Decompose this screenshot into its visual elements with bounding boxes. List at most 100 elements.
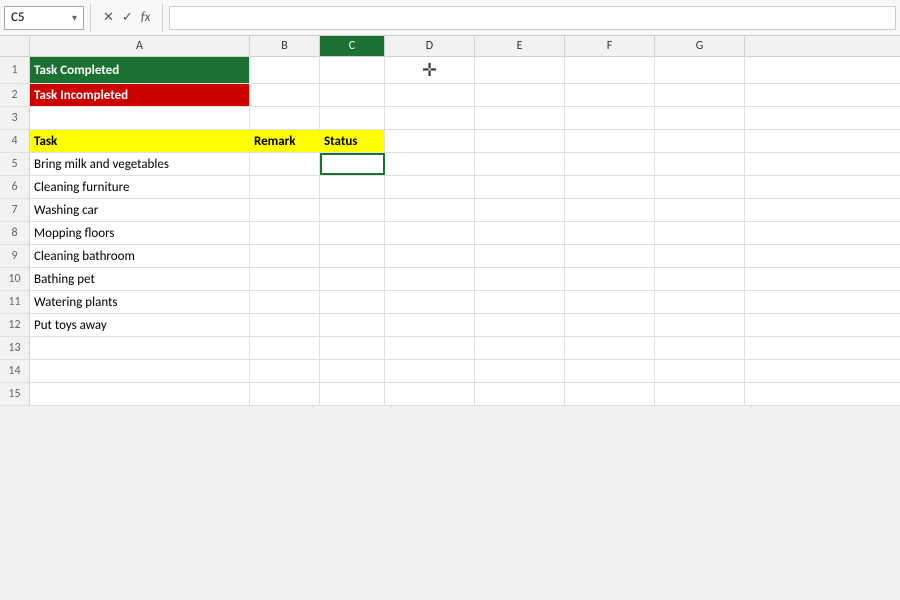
cell-r14-c6[interactable] <box>565 360 655 382</box>
cell-r15-c7[interactable] <box>655 383 745 405</box>
cell-r11-c1[interactable]: Watering plants <box>30 291 250 313</box>
cell-r2-c3[interactable] <box>320 84 385 106</box>
col-header-g[interactable]: G <box>655 36 745 56</box>
cell-r10-c7[interactable] <box>655 268 745 290</box>
cell-r3-c6[interactable] <box>565 107 655 129</box>
cell-r8-c1[interactable]: Mopping floors <box>30 222 250 244</box>
cell-r1-c4[interactable]: ✛ <box>385 57 475 83</box>
cell-r9-c1[interactable]: Cleaning bathroom <box>30 245 250 267</box>
cell-r9-c4[interactable] <box>385 245 475 267</box>
cell-r6-c2[interactable] <box>250 176 320 198</box>
col-header-e[interactable]: E <box>475 36 565 56</box>
cell-r15-c2[interactable] <box>250 383 320 405</box>
cell-r11-c3[interactable] <box>320 291 385 313</box>
cell-r15-c1[interactable] <box>30 383 250 405</box>
cell-r11-c6[interactable] <box>565 291 655 313</box>
cell-r10-c5[interactable] <box>475 268 565 290</box>
cell-r7-c2[interactable] <box>250 199 320 221</box>
cell-r1-c5[interactable] <box>475 57 565 83</box>
cell-r14-c7[interactable] <box>655 360 745 382</box>
cell-r1-c3[interactable] <box>320 57 385 83</box>
cell-r13-c5[interactable] <box>475 337 565 359</box>
cell-r15-c3[interactable] <box>320 383 385 405</box>
cell-r4-c6[interactable] <box>565 130 655 152</box>
cell-r14-c1[interactable] <box>30 360 250 382</box>
cell-r15-c5[interactable] <box>475 383 565 405</box>
cell-r8-c6[interactable] <box>565 222 655 244</box>
cell-r8-c2[interactable] <box>250 222 320 244</box>
cell-r13-c1[interactable] <box>30 337 250 359</box>
cell-r2-c5[interactable] <box>475 84 565 106</box>
col-header-a[interactable]: A <box>30 36 250 56</box>
cell-r12-c5[interactable] <box>475 314 565 336</box>
cell-r14-c4[interactable] <box>385 360 475 382</box>
cell-r3-c5[interactable] <box>475 107 565 129</box>
cell-r12-c7[interactable] <box>655 314 745 336</box>
cell-r5-c1[interactable]: Bring milk and vegetables <box>30 153 250 175</box>
cell-r10-c1[interactable]: Bathing pet <box>30 268 250 290</box>
cell-r4-c1[interactable]: Task <box>30 130 250 152</box>
col-header-d[interactable]: D <box>385 36 475 56</box>
cell-r9-c7[interactable] <box>655 245 745 267</box>
cell-r6-c7[interactable] <box>655 176 745 198</box>
cell-r9-c2[interactable] <box>250 245 320 267</box>
cell-r4-c4[interactable] <box>385 130 475 152</box>
cell-r5-c7[interactable] <box>655 153 745 175</box>
cell-r8-c3[interactable] <box>320 222 385 244</box>
cancel-icon[interactable]: ✕ <box>103 10 114 25</box>
cell-r2-c2[interactable] <box>250 84 320 106</box>
confirm-icon[interactable]: ✓ <box>122 10 133 25</box>
col-header-f[interactable]: F <box>565 36 655 56</box>
col-header-c[interactable]: C <box>320 36 385 56</box>
cell-r12-c3[interactable] <box>320 314 385 336</box>
cell-r6-c5[interactable] <box>475 176 565 198</box>
cell-r12-c1[interactable]: Put toys away <box>30 314 250 336</box>
cell-r2-c1[interactable]: Task Incompleted <box>30 84 250 106</box>
cell-r2-c4[interactable] <box>385 84 475 106</box>
cell-r2-c6[interactable] <box>565 84 655 106</box>
cell-r4-c3[interactable]: Status <box>320 130 385 152</box>
cell-r11-c4[interactable] <box>385 291 475 313</box>
formula-input[interactable] <box>169 6 896 30</box>
cell-r1-c2[interactable] <box>250 57 320 83</box>
cell-r11-c7[interactable] <box>655 291 745 313</box>
cell-r13-c4[interactable] <box>385 337 475 359</box>
cell-r10-c4[interactable] <box>385 268 475 290</box>
cell-r10-c6[interactable] <box>565 268 655 290</box>
cell-r4-c5[interactable] <box>475 130 565 152</box>
cell-r12-c4[interactable] <box>385 314 475 336</box>
cell-r3-c1[interactable] <box>30 107 250 129</box>
cell-r8-c5[interactable] <box>475 222 565 244</box>
cell-r9-c6[interactable] <box>565 245 655 267</box>
cell-r13-c6[interactable] <box>565 337 655 359</box>
cell-reference-box[interactable]: C5 ▾ <box>4 6 84 30</box>
cell-r7-c5[interactable] <box>475 199 565 221</box>
cell-r6-c3[interactable] <box>320 176 385 198</box>
cell-r9-c5[interactable] <box>475 245 565 267</box>
cell-r3-c3[interactable] <box>320 107 385 129</box>
cell-r3-c7[interactable] <box>655 107 745 129</box>
cell-r9-c3[interactable] <box>320 245 385 267</box>
cell-r5-c2[interactable] <box>250 153 320 175</box>
cell-r14-c3[interactable] <box>320 360 385 382</box>
cell-r8-c7[interactable] <box>655 222 745 244</box>
cell-r7-c4[interactable] <box>385 199 475 221</box>
cell-r11-c2[interactable] <box>250 291 320 313</box>
cell-r6-c6[interactable] <box>565 176 655 198</box>
cell-r13-c3[interactable] <box>320 337 385 359</box>
cell-r1-c6[interactable] <box>565 57 655 83</box>
cell-r5-c6[interactable] <box>565 153 655 175</box>
cell-r3-c2[interactable] <box>250 107 320 129</box>
cell-r12-c2[interactable] <box>250 314 320 336</box>
cell-r5-c3[interactable] <box>320 153 385 175</box>
cell-r5-c4[interactable] <box>385 153 475 175</box>
cell-r6-c4[interactable] <box>385 176 475 198</box>
cell-r7-c7[interactable] <box>655 199 745 221</box>
cell-r14-c2[interactable] <box>250 360 320 382</box>
function-icon[interactable]: fx <box>141 10 151 25</box>
cell-r15-c6[interactable] <box>565 383 655 405</box>
cell-r7-c6[interactable] <box>565 199 655 221</box>
cell-r13-c2[interactable] <box>250 337 320 359</box>
cell-r15-c4[interactable] <box>385 383 475 405</box>
cell-r3-c4[interactable] <box>385 107 475 129</box>
